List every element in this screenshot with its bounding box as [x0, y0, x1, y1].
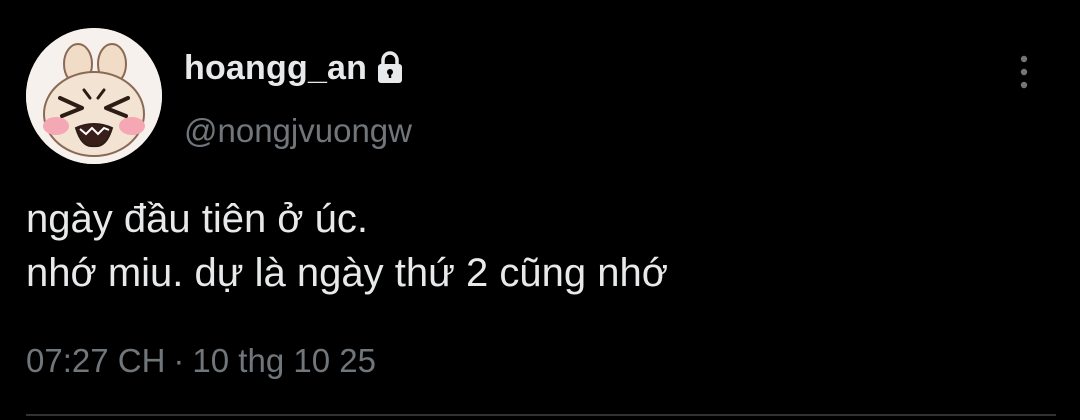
tweet-text-line: ngày đầu tiên ở úc. — [26, 197, 369, 241]
more-options-button[interactable] — [1008, 50, 1040, 94]
tweet-card: hoangg_an @nongjvuongw ngày đầu tiên ở ú… — [0, 0, 1080, 420]
author-name-row: hoangg_an — [184, 46, 405, 90]
tweet-text: ngày đầu tiên ở úc. nhớ miu. dự là ngày … — [26, 192, 668, 300]
user-handle[interactable]: @nongjvuongw — [184, 112, 412, 150]
avatar-image — [26, 28, 162, 164]
tweet-time: 07:27 CH — [26, 342, 166, 379]
tweet-text-line: nhớ miu. dự là ngày thứ 2 cũng nhớ — [26, 251, 668, 295]
display-name[interactable]: hoangg_an — [184, 49, 367, 88]
avatar[interactable] — [26, 28, 162, 164]
more-vertical-icon — [1020, 55, 1028, 89]
divider — [26, 414, 1056, 416]
meta-separator: · — [173, 342, 185, 379]
tweet-date: 10 thg 10 25 — [192, 342, 376, 379]
lock-icon — [375, 50, 405, 86]
tweet-timestamp[interactable]: 07:27 CH · 10 thg 10 25 — [26, 342, 376, 380]
